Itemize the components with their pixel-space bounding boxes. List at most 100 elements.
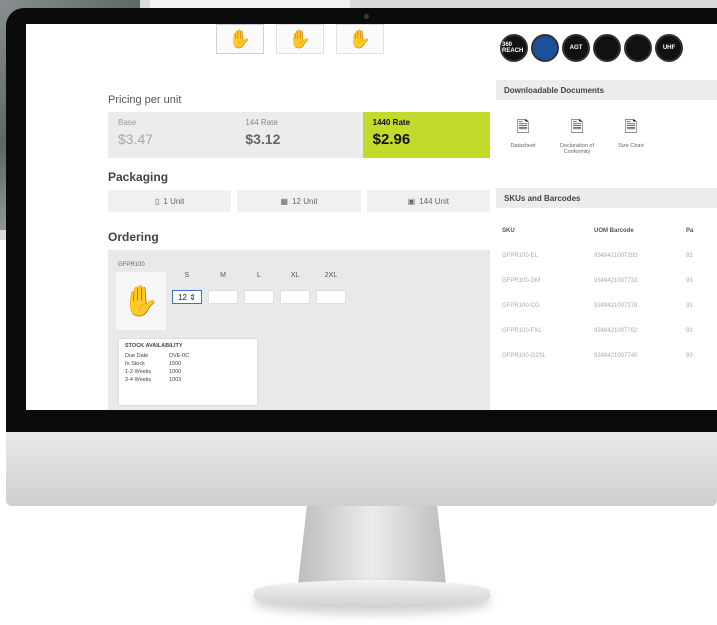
thumbnail-2[interactable]: ✋ xyxy=(276,24,324,54)
size-s: S xyxy=(184,272,190,279)
badge-uhf: UHF xyxy=(655,34,683,62)
glove-image: ✋ xyxy=(116,272,166,330)
pack-label: 144 Unit xyxy=(419,196,449,206)
stock-title: STOCK AVAILABILITY xyxy=(125,343,183,349)
badge-agt: AGT xyxy=(562,34,590,62)
table-cell: 93 xyxy=(686,352,693,359)
stock-row: 1-2 Weeks 1000 xyxy=(125,368,251,376)
pack-label: 12 Unit xyxy=(292,196,318,206)
qty-input-s[interactable]: 12 ⇕ xyxy=(172,290,202,304)
stock-value: 1003 xyxy=(169,377,182,383)
price-1440-value: $2.96 xyxy=(372,131,411,148)
doc-size-chart[interactable]: 🗎 Size Chart xyxy=(604,116,658,155)
stepper-icon: ⇕ xyxy=(189,292,196,302)
pricing-table: Base $3.47 144 Rate $3.12 1440 Rate $2.9… xyxy=(108,112,490,158)
qty-input-2xl[interactable] xyxy=(316,290,346,304)
price-144-label: 144 Rate xyxy=(245,118,278,127)
qty-value: 12 xyxy=(178,292,187,302)
badge-360-reach: 360 REACH xyxy=(500,34,528,62)
table-row: GFPR100-G2XL 9349421007740 93 xyxy=(502,343,717,368)
boxes-icon: ▦ xyxy=(280,196,289,206)
price-1440: 1440 Rate $2.96 xyxy=(362,112,490,158)
table-header: SKU xyxy=(502,227,515,234)
table-header: UOM Barcode xyxy=(594,227,634,234)
glove-icon: ✋ xyxy=(348,28,372,49)
badge-shield-icon xyxy=(531,34,559,62)
doc-datasheet[interactable]: 🗎 Datasheet xyxy=(496,116,550,155)
box-icon: ▯ xyxy=(155,196,160,206)
stock-key: In Stock xyxy=(125,361,145,367)
table-row: GFPR100-CG 9349421007278 93 xyxy=(502,293,717,318)
glove-icon: ✋ xyxy=(228,28,252,49)
packaging-options: ▯ 1 Unit ▦ 12 Unit ▣ 144 Unit xyxy=(108,190,490,212)
pack-label: 1 Unit xyxy=(163,196,185,206)
table-cell: 93 xyxy=(686,277,693,284)
doc-label: Datasheet xyxy=(510,143,536,149)
badge-touch-icon xyxy=(624,34,652,62)
quantity-inputs: 12 ⇕ xyxy=(172,290,346,304)
monitor-screen: ✋ ✋ ✋ 360 REACH AGT UHF Pricing per unit… xyxy=(26,24,717,410)
document-icon: 🗎 xyxy=(624,119,638,136)
skus-table: SKU UOM Barcode Pa GFPR100-EL 9349421007… xyxy=(502,218,717,368)
badge-hand-icon xyxy=(593,34,621,62)
table-cell: 93 xyxy=(686,327,693,334)
qty-input-m[interactable] xyxy=(208,290,238,304)
size-headers: S M L XL 2XL xyxy=(172,272,346,279)
table-cell: 9349421007740 xyxy=(594,352,638,359)
pack-12-unit[interactable]: ▦ 12 Unit xyxy=(237,190,361,212)
document-icon: 🗎 xyxy=(570,119,584,136)
thumbnail-3[interactable]: ✋ xyxy=(336,24,384,54)
pricing-label: Pricing per unit xyxy=(108,94,182,106)
qty-input-l[interactable] xyxy=(244,290,274,304)
thumbnail-1[interactable]: ✋ xyxy=(216,24,264,54)
stock-value: 1500 xyxy=(169,361,182,367)
table-cell: 93 xyxy=(686,302,693,309)
stock-key: 1-2 Weeks xyxy=(125,369,152,375)
doc-declaration[interactable]: 🗎 Declaration of Conformity xyxy=(550,116,604,155)
price-144-value: $3.12 xyxy=(245,131,281,147)
price-base-value: $3.47 xyxy=(118,131,154,147)
qty-input-xl[interactable] xyxy=(280,290,310,304)
sku-label: GFPR100 xyxy=(118,262,145,268)
price-base-label: Base xyxy=(118,118,137,127)
stock-value: DVE-0C xyxy=(169,353,190,359)
glove-icon: ✋ xyxy=(288,28,312,49)
price-144: 144 Rate $3.12 xyxy=(235,112,362,158)
table-header-row: SKU UOM Barcode Pa xyxy=(502,218,717,243)
size-m: M xyxy=(220,272,226,279)
table-cell: 9349421007762 xyxy=(594,327,638,334)
monitor-stand-neck xyxy=(298,506,446,584)
table-cell: 93 xyxy=(686,252,693,259)
table-cell: GFPR100-EL xyxy=(502,252,539,259)
table-cell: GFPR100-DM xyxy=(502,277,541,284)
table-cell: 9349421007293 xyxy=(594,252,638,259)
stock-row: 3-4 Weeks 1003 xyxy=(125,376,251,384)
table-row: GFPR100-FXL 9349421007762 93 xyxy=(502,318,717,343)
table-cell: 9349421007733 xyxy=(594,277,638,284)
pack-1-unit[interactable]: ▯ 1 Unit xyxy=(108,190,232,212)
table-cell: GFPR100-CG xyxy=(502,302,540,309)
ordering-panel: GFPR100 ✋ S M L XL 2XL 12 ⇕ STOCK AVAILA… xyxy=(108,250,490,410)
certification-badges: 360 REACH AGT UHF xyxy=(500,34,683,62)
stock-row: Due Date DVE-0C xyxy=(125,352,251,360)
doc-label: Size Chart xyxy=(618,143,644,149)
document-icon: 🗎 xyxy=(516,119,530,136)
price-1440-label: 1440 Rate xyxy=(372,118,411,127)
size-l: L xyxy=(257,272,261,279)
table-row: GFPR100-DM 9349421007733 93 xyxy=(502,268,717,293)
carton-icon: ▣ xyxy=(407,196,416,206)
table-header: Pa xyxy=(686,227,694,234)
table-cell: GFPR100-FXL xyxy=(502,327,542,334)
monitor-stand-foot xyxy=(254,580,490,608)
stock-key: 3-4 Weeks xyxy=(125,377,152,383)
table-cell: GFPR100-G2XL xyxy=(502,352,547,359)
pack-144-unit[interactable]: ▣ 144 Unit xyxy=(366,190,490,212)
glove-icon: ✋ xyxy=(122,284,160,318)
doc-label: Declaration of Conformity xyxy=(560,143,594,155)
documents-header: Downloadable Documents xyxy=(496,80,717,100)
packaging-title: Packaging xyxy=(108,170,169,184)
size-xl: XL xyxy=(290,272,300,279)
monitor-chin xyxy=(6,432,717,506)
stock-row: In Stock 1500 xyxy=(125,360,251,368)
product-thumbnails: ✋ ✋ ✋ xyxy=(216,24,384,54)
